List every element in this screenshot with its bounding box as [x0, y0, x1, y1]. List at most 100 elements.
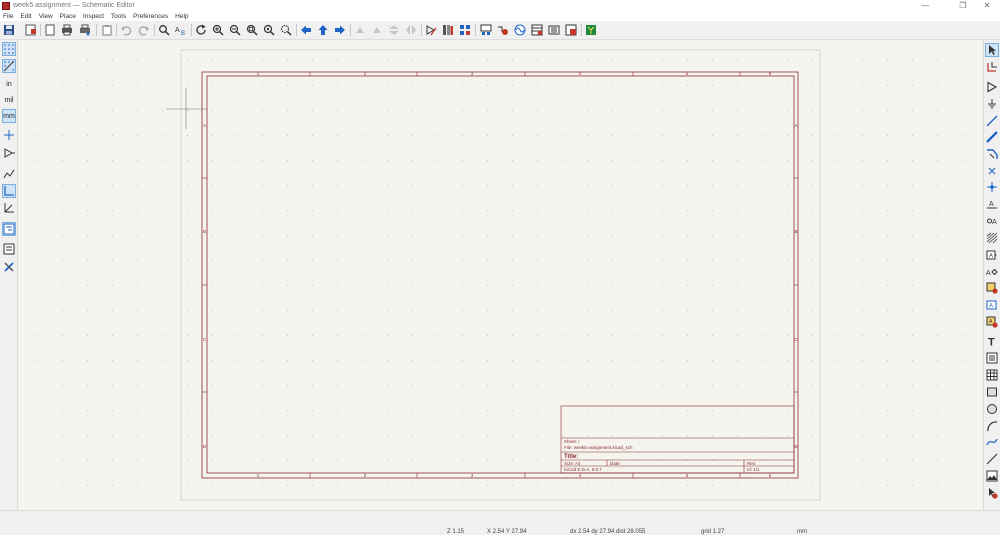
add-bezier-icon[interactable]: [985, 435, 999, 449]
rotate-cw-icon[interactable]: [370, 23, 384, 37]
mirror-vertical-icon[interactable]: [387, 23, 401, 37]
add-power-icon[interactable]: [985, 97, 999, 111]
row-label-left-a: A: [203, 123, 206, 128]
line-mode-free-icon[interactable]: [2, 167, 16, 181]
menu-view[interactable]: View: [39, 13, 53, 20]
add-image-sheet-icon[interactable]: [985, 281, 999, 295]
mils-icon[interactable]: mil: [2, 93, 16, 107]
svg-text:A: A: [989, 304, 993, 310]
redo-icon[interactable]: [137, 23, 151, 37]
hidden-pins-icon[interactable]: [2, 146, 16, 160]
add-rectangle-icon[interactable]: [985, 385, 999, 399]
add-table-icon[interactable]: [985, 368, 999, 382]
add-textbox-icon[interactable]: [985, 351, 999, 365]
import-sheet-pin-icon[interactable]: A: [985, 265, 999, 279]
rotate-ccw-icon[interactable]: [353, 23, 367, 37]
title-block-sheet: Sheet: /: [564, 439, 580, 444]
netlist-icon[interactable]: [547, 23, 561, 37]
zoom-objects-icon[interactable]: [262, 23, 276, 37]
find-icon[interactable]: [157, 23, 171, 37]
title-block-file: File: week5-assignment.kicad_sch: [564, 445, 633, 450]
annotate-icon[interactable]: [479, 23, 493, 37]
delete-icon[interactable]: [985, 486, 999, 500]
left-toolbar: in mil mm: [0, 40, 18, 510]
menu-place[interactable]: Place: [60, 13, 76, 20]
navigate-up-icon[interactable]: [316, 23, 330, 37]
menu-preferences[interactable]: Preferences: [133, 13, 168, 20]
erc-icon[interactable]: [496, 23, 510, 37]
title-bar: week5 assignment — Schematic Editor — ❐ …: [0, 0, 1000, 11]
kicad-app-icon: [2, 1, 10, 10]
col-label-bottom-6: 6: [769, 473, 772, 478]
svg-text:A: A: [989, 201, 994, 208]
close-button[interactable]: ✕: [976, 0, 998, 11]
sheet-border-outer: [201, 71, 799, 479]
junction-icon[interactable]: [985, 180, 999, 194]
menu-edit[interactable]: Edit: [20, 13, 31, 20]
window-title: week5 assignment — Schematic Editor: [13, 2, 135, 9]
hier-label-icon[interactable]: [985, 231, 999, 245]
add-arc-icon[interactable]: [985, 419, 999, 433]
hier-sheet-icon[interactable]: A: [985, 248, 999, 262]
zoom-fit-icon[interactable]: [245, 23, 259, 37]
undo-icon[interactable]: [119, 23, 133, 37]
zoom-out-icon[interactable]: [228, 23, 242, 37]
refresh-icon[interactable]: [194, 23, 208, 37]
restore-button[interactable]: ❐: [952, 0, 974, 11]
symbol-editor-icon[interactable]: [424, 23, 438, 37]
mirror-horizontal-icon[interactable]: [404, 23, 418, 37]
save-icon[interactable]: [2, 23, 16, 37]
add-symbol-icon[interactable]: [985, 80, 999, 94]
menu-file[interactable]: File: [3, 13, 13, 20]
no-connect-icon[interactable]: [985, 164, 999, 178]
cursor-shape-icon[interactable]: [2, 128, 16, 142]
millimeters-icon[interactable]: mm: [2, 109, 16, 123]
menu-tools[interactable]: Tools: [111, 13, 126, 20]
pcb-layout-icon[interactable]: [584, 23, 598, 37]
inches-icon[interactable]: in: [2, 77, 16, 91]
add-line-icon[interactable]: [985, 452, 999, 466]
minimize-button[interactable]: —: [914, 0, 936, 11]
find-replace-icon[interactable]: AB: [174, 23, 188, 37]
add-text-label-icon[interactable]: A: [985, 298, 999, 312]
add-circle-icon[interactable]: [985, 402, 999, 416]
print-icon[interactable]: [60, 23, 74, 37]
add-template-icon[interactable]: A: [985, 315, 999, 329]
paste-icon[interactable]: [100, 23, 114, 37]
schematic-canvas[interactable]: 1 2 3 4 5 6 1 2 3 4 5 6 A B C D A B C D: [19, 40, 982, 510]
menu-inspect[interactable]: Inspect: [83, 13, 104, 20]
main-toolbar: AB: [0, 21, 1000, 40]
menu-help[interactable]: Help: [175, 13, 188, 20]
plot-icon[interactable]: [78, 23, 92, 37]
footprint-assign-icon[interactable]: [458, 23, 472, 37]
tools-icon[interactable]: [2, 260, 16, 274]
properties-panel-icon[interactable]: [2, 242, 16, 256]
add-text-icon[interactable]: T: [985, 334, 999, 348]
select-icon[interactable]: [985, 43, 999, 57]
grid-dots-icon[interactable]: [2, 42, 16, 56]
symbol-browser-icon[interactable]: [441, 23, 455, 37]
add-bus-icon[interactable]: [985, 130, 999, 144]
row-label-left-c: C: [203, 337, 207, 342]
navigate-forward-icon[interactable]: [333, 23, 347, 37]
schematic-setup-icon[interactable]: [24, 23, 38, 37]
bus-entry-icon[interactable]: [985, 147, 999, 161]
line-mode-90-icon[interactable]: [2, 184, 16, 198]
simulator-icon[interactable]: [513, 23, 527, 37]
pcb-editor-icon[interactable]: [564, 23, 578, 37]
global-label-icon[interactable]: A: [985, 214, 999, 228]
status-bar: Z 1.15 X 2.54 Y 27.94 dx 2.54 dy 27.94 d…: [0, 510, 1000, 535]
page-settings-icon[interactable]: [43, 23, 57, 37]
add-wire-icon[interactable]: [985, 114, 999, 128]
add-image-icon[interactable]: [985, 469, 999, 483]
zoom-in-icon[interactable]: [211, 23, 225, 37]
navigate-back-icon[interactable]: [299, 23, 313, 37]
net-label-icon[interactable]: A: [985, 197, 999, 211]
grid-override-icon[interactable]: [2, 59, 16, 73]
highlight-net-icon[interactable]: [985, 60, 999, 74]
zoom-selection-icon[interactable]: [279, 23, 293, 37]
hierarchy-nav-icon[interactable]: [2, 222, 16, 236]
bom-icon[interactable]: [530, 23, 544, 37]
col-label-bottom-4: 4: [579, 473, 582, 478]
line-mode-45-icon[interactable]: [2, 201, 16, 215]
